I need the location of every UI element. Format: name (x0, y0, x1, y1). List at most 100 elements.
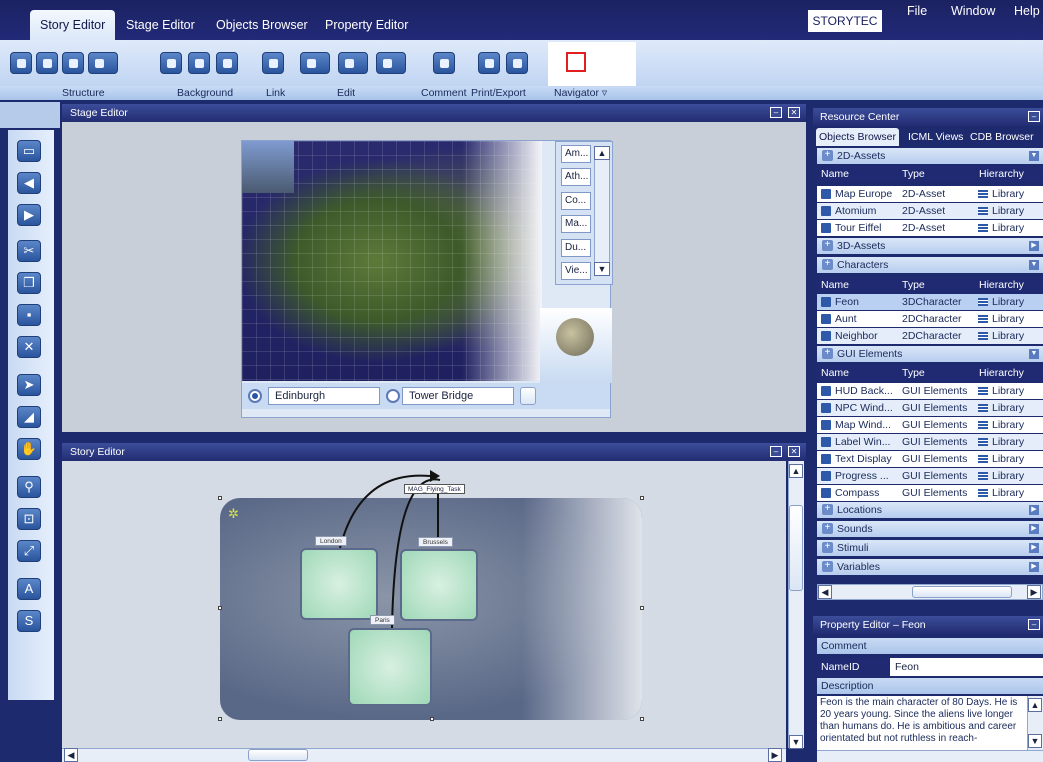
row-name: Map Wind... (835, 419, 892, 431)
section-sounds[interactable]: Sounds ▶ (817, 521, 1043, 537)
column-header-type[interactable]: Type (902, 277, 925, 293)
scene-label-paris: Paris (370, 615, 395, 625)
story-vscroll-thumb[interactable] (789, 505, 803, 591)
column-header-name[interactable]: Name (821, 365, 849, 381)
row-type: 2D-Asset (902, 222, 946, 234)
column-header-hierarchy[interactable]: Hierarchy (979, 365, 1024, 381)
nameid-label: NameID (817, 658, 889, 676)
column-header-type[interactable]: Type (902, 166, 925, 182)
resource-minimize-button[interactable]: – (1028, 111, 1040, 122)
task-label[interactable]: MAG_Flying_Task (404, 484, 465, 494)
table-row[interactable]: Label Win... GUI Elements Library (817, 434, 1043, 450)
column-header-hierarchy[interactable]: Hierarchy (979, 277, 1024, 293)
table-row[interactable]: Progress ... GUI Elements Library (817, 468, 1043, 484)
row-name: NPC Wind... (835, 402, 893, 414)
expand-icon[interactable]: ▶ (1029, 241, 1039, 251)
nameid-field[interactable]: Feon (890, 658, 1043, 676)
section-label: 2D-Assets (837, 150, 886, 162)
section-gui-elements[interactable]: GUI Elements ▼ (817, 346, 1043, 362)
scene-node-brussels[interactable] (400, 549, 478, 621)
selection-handle[interactable] (640, 496, 644, 500)
section-locations[interactable]: Locations ▶ (817, 502, 1043, 518)
section-label: Sounds (837, 523, 873, 535)
section-3d-assets[interactable]: 3D-Assets ▶ (817, 238, 1043, 254)
scroll-up-icon[interactable]: ▲ (789, 464, 803, 478)
property-minimize-button[interactable]: – (1028, 619, 1040, 630)
row-hierarchy: Library (992, 470, 1025, 482)
expand-icon[interactable]: ▶ (1029, 543, 1039, 553)
selection-handle[interactable] (218, 496, 222, 500)
story-hscroll-thumb[interactable] (248, 749, 308, 761)
library-icon (978, 190, 988, 198)
section-variables[interactable]: Variables ▶ (817, 559, 1043, 575)
table-row[interactable]: Text Display GUI Elements Library (817, 451, 1043, 467)
story-horizontal-scrollbar[interactable] (62, 748, 786, 762)
table-row[interactable]: Map Europe 2D-Asset Library (817, 186, 1043, 202)
section-stimuli[interactable]: Stimuli ▶ (817, 540, 1043, 556)
row-name: Text Display (835, 453, 892, 465)
library-icon (978, 421, 988, 429)
scene-node-london[interactable] (300, 548, 378, 620)
table-row[interactable]: Tour Eiffel 2D-Asset Library (817, 220, 1043, 236)
row-hierarchy: Library (992, 330, 1025, 342)
collapse-icon[interactable]: ▼ (1029, 260, 1039, 270)
row-name: Tour Eiffel (835, 222, 882, 234)
row-hierarchy: Library (992, 487, 1025, 499)
tab-cdb-browser[interactable]: CDB Browser (967, 128, 1037, 146)
scroll-left-icon[interactable]: ◀ (64, 748, 78, 762)
resource-hscroll-thumb[interactable] (912, 586, 1012, 598)
expand-icon[interactable]: ▶ (1029, 562, 1039, 572)
row-type: 3DCharacter (902, 296, 962, 308)
table-header: Name Type Hierarchy (817, 277, 1043, 293)
tab-objects-browser-rc[interactable]: Objects Browser (816, 128, 900, 146)
scene-label-brussels: Brussels (418, 537, 453, 547)
section-label: Locations (837, 504, 882, 516)
collapse-icon[interactable]: ▼ (1029, 151, 1039, 161)
table-row[interactable]: Map Wind... GUI Elements Library (817, 417, 1043, 433)
scroll-down-icon[interactable]: ▼ (789, 735, 803, 749)
tab-icml-views[interactable]: ICML Views (905, 128, 966, 146)
comment-section[interactable]: Comment (817, 638, 1043, 654)
description-textarea[interactable]: Feon is the main character of 80 Days. H… (817, 696, 1027, 750)
selection-handle[interactable] (640, 606, 644, 610)
selection-handle[interactable] (640, 717, 644, 721)
scroll-right-icon[interactable]: ▶ (768, 748, 782, 762)
scroll-down-icon[interactable]: ▼ (1028, 734, 1042, 748)
gui-element-icon (821, 437, 831, 447)
section-label: Stimuli (837, 542, 869, 554)
scroll-up-icon[interactable]: ▲ (1028, 698, 1042, 712)
library-icon (978, 387, 988, 395)
row-type: 2DCharacter (902, 313, 962, 325)
start-node-icon[interactable]: ✲ (228, 506, 239, 522)
expand-icon[interactable]: ▶ (1029, 505, 1039, 515)
column-header-hierarchy[interactable]: Hierarchy (979, 166, 1024, 182)
table-row[interactable]: Compass GUI Elements Library (817, 485, 1043, 501)
column-header-type[interactable]: Type (902, 365, 925, 381)
selection-handle[interactable] (430, 717, 434, 721)
gui-element-icon (821, 454, 831, 464)
table-row[interactable]: HUD Back... GUI Elements Library (817, 383, 1043, 399)
selection-handle[interactable] (218, 717, 222, 721)
table-row[interactable]: Atomium 2D-Asset Library (817, 203, 1043, 219)
row-hierarchy: Library (992, 453, 1025, 465)
section-2d-assets[interactable]: 2D-Assets ▼ (817, 148, 1043, 164)
row-hierarchy: Library (992, 222, 1025, 234)
selection-handle[interactable] (218, 606, 222, 610)
section-characters[interactable]: Characters ▼ (817, 257, 1043, 273)
scroll-right-icon[interactable]: ▶ (1027, 585, 1041, 599)
description-label: Description (821, 680, 874, 692)
column-header-name[interactable]: Name (821, 277, 849, 293)
section-label: Characters (837, 259, 889, 271)
scene-node-paris[interactable] (348, 628, 432, 706)
table-row[interactable]: Aunt 2DCharacter Library (817, 311, 1043, 327)
column-header-name[interactable]: Name (821, 166, 849, 182)
row-name: Neighbor (835, 330, 878, 342)
row-hierarchy: Library (992, 205, 1025, 217)
expand-icon[interactable]: ▶ (1029, 524, 1039, 534)
property-horizontal-scrollbar[interactable] (817, 750, 1043, 762)
table-row[interactable]: Neighbor 2DCharacter Library (817, 328, 1043, 344)
scroll-left-icon[interactable]: ◀ (818, 585, 832, 599)
table-row[interactable]: NPC Wind... GUI Elements Library (817, 400, 1043, 416)
collapse-icon[interactable]: ▼ (1029, 349, 1039, 359)
table-row-selected[interactable]: Feon 3DCharacter Library (817, 294, 1043, 310)
